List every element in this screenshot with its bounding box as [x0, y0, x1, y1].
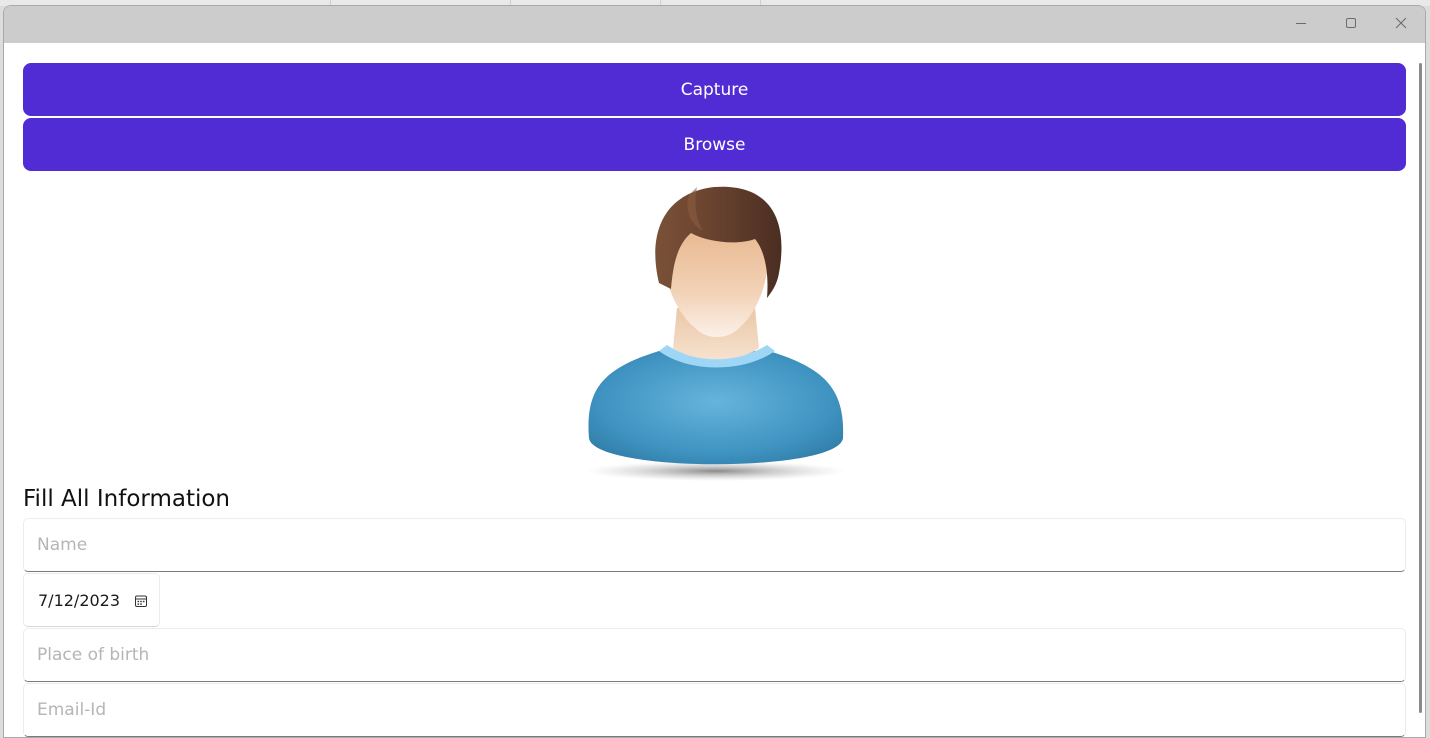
date-value: 7/12/2023 [38, 590, 121, 610]
maximize-button[interactable] [1326, 6, 1376, 40]
title-bar[interactable] [4, 6, 1425, 43]
maximize-icon [1345, 17, 1357, 29]
form-title: Fill All Information [23, 486, 230, 512]
close-button[interactable] [1376, 6, 1425, 40]
minimize-icon [1295, 17, 1307, 29]
user-avatar-icon [579, 173, 849, 483]
place-of-birth-input[interactable]: Place of birth [23, 628, 1406, 682]
calendar-icon [134, 593, 148, 607]
page-content: Capture Browse Fill All Information Name… [4, 43, 1419, 737]
vertical-scrollbar[interactable] [1419, 63, 1422, 713]
date-of-birth-picker[interactable]: 7/12/2023 [23, 573, 160, 627]
browse-button[interactable]: Browse [23, 118, 1406, 171]
close-icon [1395, 17, 1407, 29]
minimize-button[interactable] [1276, 6, 1326, 40]
app-window: Capture Browse Fill All Information Name… [3, 5, 1426, 738]
capture-button[interactable]: Capture [23, 63, 1406, 116]
email-input[interactable]: Email-Id [23, 683, 1406, 737]
name-input[interactable]: Name [23, 518, 1406, 572]
